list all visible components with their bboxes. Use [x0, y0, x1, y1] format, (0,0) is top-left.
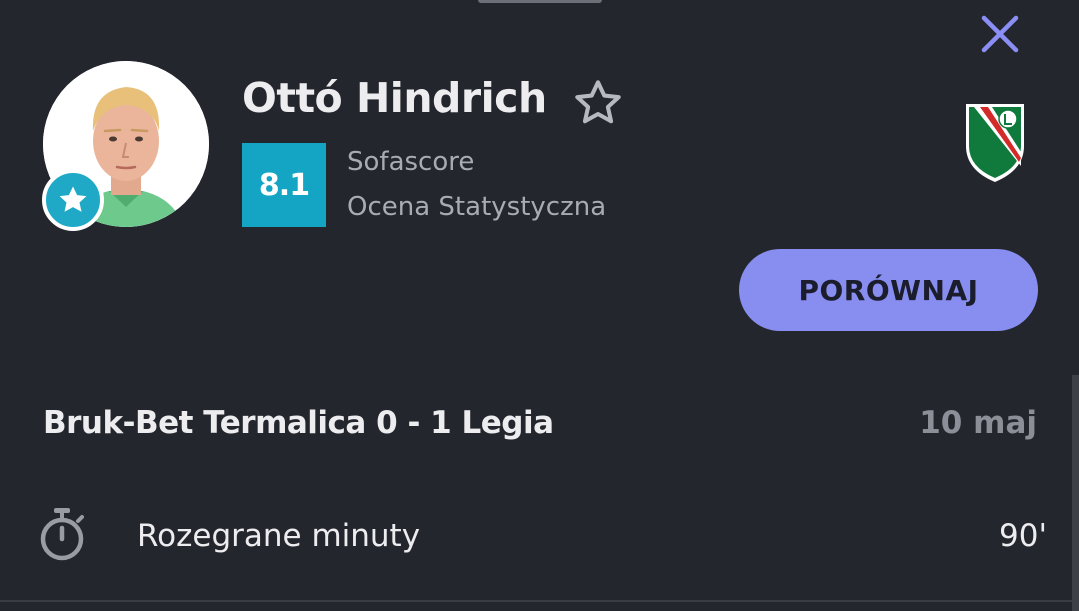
rating-type: Ocena Statystyczna: [347, 192, 607, 222]
rating-badge: 8.1: [242, 143, 326, 227]
legia-crest-icon: [966, 104, 1024, 182]
avatar-badge: [42, 169, 104, 231]
scrollbar[interactable]: [1072, 375, 1079, 611]
rating-source: Sofascore: [347, 147, 475, 177]
drag-handle[interactable]: [478, 0, 602, 3]
divider: [0, 600, 1079, 602]
star-outline-icon: [575, 80, 621, 124]
stat-row-minutes: Rozegrane minuty 90': [0, 500, 1079, 580]
stat-value: 90': [999, 518, 1047, 554]
favorite-button[interactable]: [570, 76, 626, 130]
club-crest[interactable]: [962, 100, 1028, 184]
player-name: Ottó Hindrich: [242, 74, 547, 122]
match-date: 10 maj: [919, 405, 1037, 441]
close-button[interactable]: [978, 12, 1022, 56]
close-icon: [981, 15, 1019, 53]
stopwatch-icon: [40, 508, 84, 561]
stat-label: Rozegrane minuty: [137, 518, 421, 554]
star-icon: [59, 186, 87, 212]
compare-button[interactable]: PORÓWNAJ: [739, 249, 1038, 331]
match-title[interactable]: Bruk-Bet Termalica 0 - 1 Legia: [43, 405, 554, 441]
